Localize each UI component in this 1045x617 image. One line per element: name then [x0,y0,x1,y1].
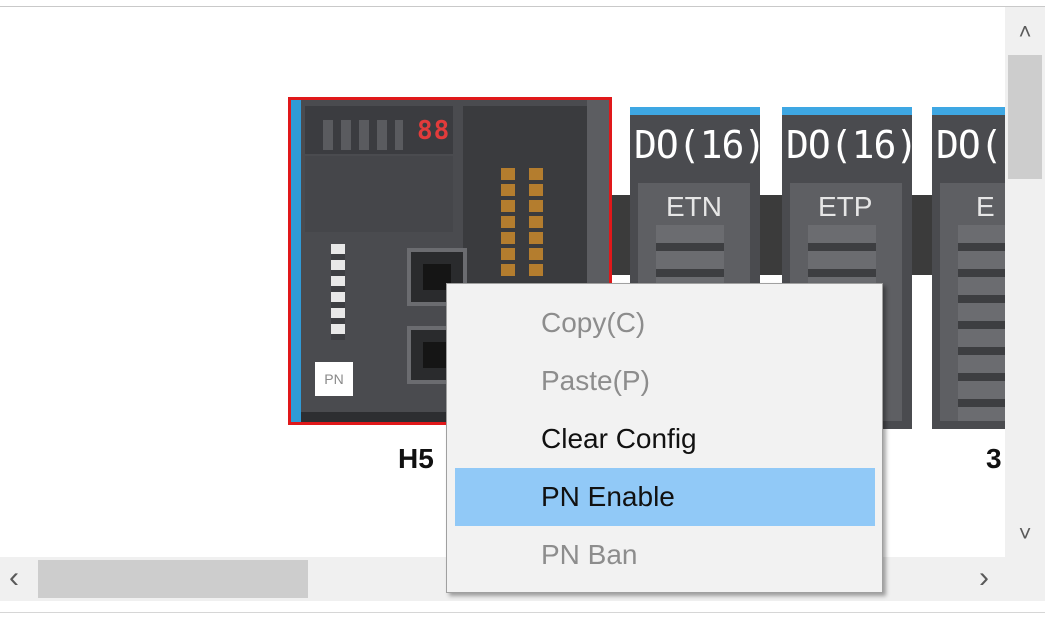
scrollbar-corner [1005,557,1045,601]
terminal-column [529,168,543,280]
cpu-seven-segment-display: 88 [417,116,451,146]
io-terminal-block [958,225,1005,421]
menu-item-pn-enable[interactable]: PN Enable [455,468,875,526]
io-module-tag: E [976,191,995,222]
io-module-label: DO( [936,123,1003,167]
cpu-led-column [331,244,345,340]
io-module-tag: ETN [666,191,722,222]
chevron-up-icon[interactable]: ˄ [1005,21,1045,43]
menu-item-copy[interactable]: Copy(C) [455,294,875,352]
chevron-right-icon[interactable]: › [964,563,1004,593]
io-module-cap [782,107,912,115]
chevron-down-icon[interactable]: ˅ [1005,523,1045,545]
pn-badge: PN [315,362,353,396]
cpu-terminal-block [463,106,605,286]
horizontal-scroll-thumb[interactable] [38,560,308,598]
cpu-front-panel [305,156,453,232]
io-module-cap [932,107,1005,115]
vertical-scroll-thumb[interactable] [1008,55,1042,179]
cpu-module-name: H5 [398,443,434,474]
cpu-status-panel: 88 [305,106,453,154]
io-module-tag: ETP [818,191,873,222]
menu-item-paste[interactable]: Paste(P) [455,352,875,410]
bottom-divider [0,612,1045,613]
menu-item-pn-ban[interactable]: PN Ban [455,526,875,584]
terminal-column [501,168,515,280]
cpu-accent-stripe [291,100,301,422]
io-module-cap [630,107,760,115]
context-menu: Copy(C) Paste(P) Clear Config PN Enable … [446,283,883,593]
chevron-left-icon[interactable]: ‹ [0,563,34,593]
io-module-name: 3 [986,443,1002,474]
io-module-label: DO(16) [786,123,918,167]
io-module[interactable]: DO( E [932,107,1005,429]
menu-item-clear-config[interactable]: Clear Config [455,410,875,468]
vertical-scrollbar[interactable]: ˄ ˅ [1005,7,1045,557]
io-module-label: DO(16) [634,123,766,167]
cpu-status-leds [323,120,403,150]
